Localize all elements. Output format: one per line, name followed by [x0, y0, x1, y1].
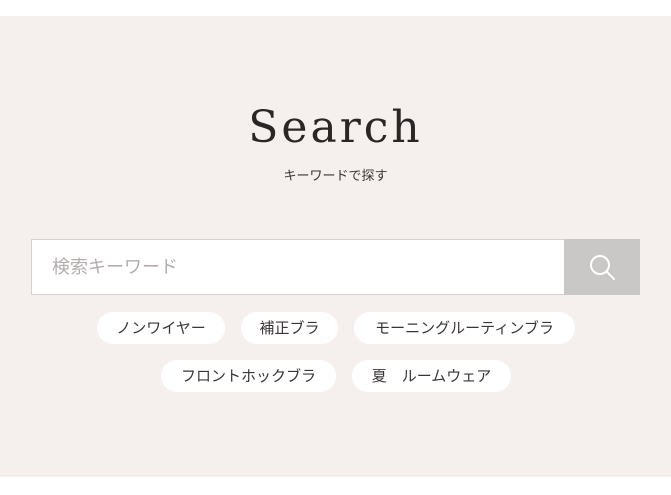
keyword-tag[interactable]: ノンワイヤー [97, 312, 225, 344]
search-icon [590, 255, 615, 280]
search-button[interactable] [564, 239, 640, 295]
keyword-tag[interactable]: フロントホックブラ [161, 360, 336, 392]
section-subtitle: キーワードで探す [283, 169, 388, 184]
keyword-tag[interactable]: モーニングルーティンブラ [354, 312, 575, 344]
section-title: Search [248, 102, 423, 153]
search-section: Search キーワードで探す ノンワイヤー 補正ブラ モーニングルーティンブラ… [0, 16, 671, 477]
keyword-tag[interactable]: 補正ブラ [241, 312, 338, 344]
search-bar [31, 239, 640, 295]
keyword-tag[interactable]: 夏 ルームウェア [352, 360, 511, 392]
search-input[interactable] [32, 240, 565, 294]
